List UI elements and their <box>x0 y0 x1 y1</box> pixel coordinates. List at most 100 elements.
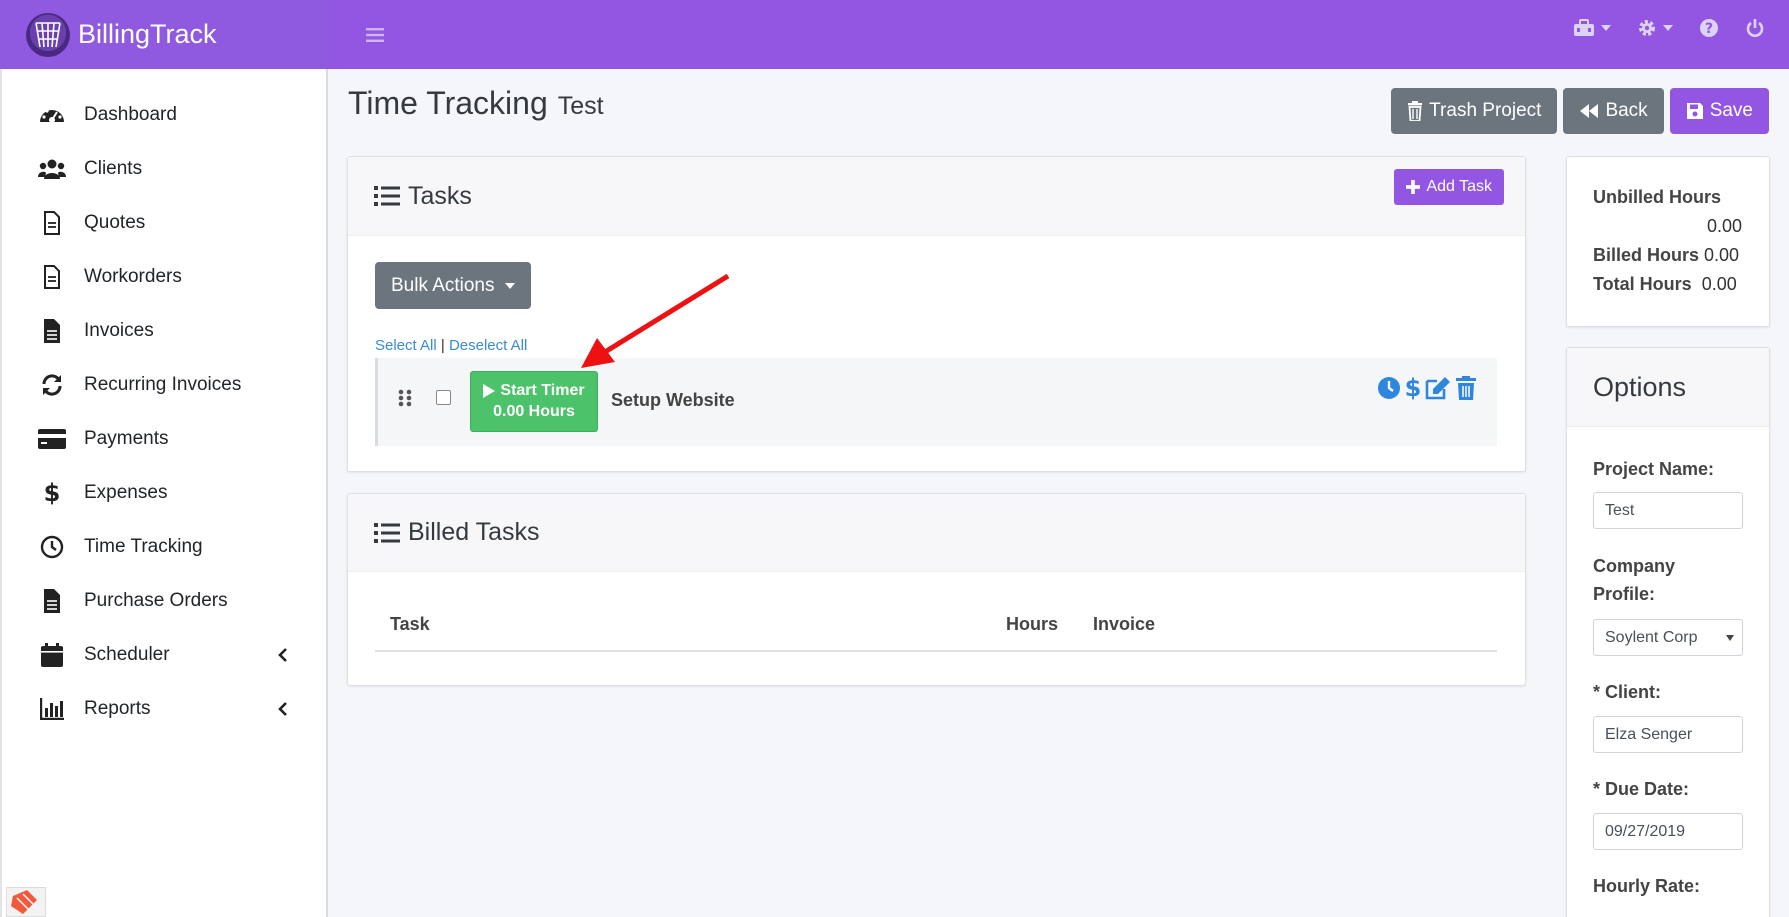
sidebar-item-label: Purchase Orders <box>84 590 228 611</box>
project-name-label: Project Name: <box>1593 459 1715 479</box>
backward-icon <box>1580 104 1599 118</box>
dashboard-icon <box>38 101 66 129</box>
trash-project-button[interactable]: Trash Project <box>1391 88 1558 134</box>
chevron-down-icon <box>1601 25 1611 31</box>
sidebar-item-label: Expenses <box>84 482 168 503</box>
clock-icon <box>38 533 66 561</box>
svg-text:$: $ <box>1405 375 1421 401</box>
svg-text:?: ? <box>1705 21 1713 37</box>
sidebar-item-label: Recurring Invoices <box>84 374 242 395</box>
start-timer-button[interactable]: Start Timer 0.00 Hours <box>470 371 598 432</box>
gear-icon <box>1639 20 1655 36</box>
company-profile-select[interactable]: Soylent Corp <box>1593 619 1743 656</box>
billed-table-header: Task Hours Invoice <box>375 614 1497 652</box>
sidebar-item-label: Clients <box>84 158 143 179</box>
add-task-button[interactable]: Add Task <box>1394 169 1504 205</box>
total-hours-label: Total Hours <box>1593 274 1692 294</box>
debugbar-icon[interactable] <box>6 887 46 917</box>
sidebar-item-label: Invoices <box>84 320 154 341</box>
sidebar-item-invoices[interactable]: Invoices <box>2 304 326 358</box>
brand[interactable]: BillingTrack <box>0 0 328 69</box>
trash-icon <box>1408 101 1423 121</box>
options-card: Options Project Name: Test Company Profil… <box>1566 347 1770 917</box>
hourly-rate-label: Hourly Rate: <box>1593 876 1701 896</box>
file-icon <box>38 209 66 237</box>
sidebar: Dashboard Clients Quotes Workorders Invo… <box>0 69 328 917</box>
svg-text:$: $ <box>44 480 60 506</box>
sidebar-item-reports[interactable]: Reports <box>2 682 326 736</box>
sidebar-item-payments[interactable]: Payments <box>2 412 326 466</box>
plus-icon <box>1406 180 1421 194</box>
deselect-all-link[interactable]: Deselect All <box>449 337 527 354</box>
task-checkbox[interactable] <box>436 390 451 405</box>
bulk-actions-label: Bulk Actions <box>391 274 495 296</box>
sidebar-item-label: Time Tracking <box>84 536 203 557</box>
bulk-actions-dropdown[interactable]: Bulk Actions <box>375 262 531 309</box>
sidebar-item-recurring-invoices[interactable]: Recurring Invoices <box>2 358 326 412</box>
tasks-card: Tasks Add Task Bulk Actions Select All |… <box>347 156 1526 472</box>
options-title: Options <box>1593 371 1687 402</box>
brand-logo-icon <box>26 12 70 57</box>
task-name: Setup Website <box>611 390 735 410</box>
clock-icon[interactable] <box>1377 376 1401 400</box>
calendar-icon <box>38 641 66 669</box>
settings-dropdown[interactable] <box>1637 18 1673 38</box>
add-task-label: Add Task <box>1426 178 1492 195</box>
unbilled-hours-label: Unbilled Hours <box>1593 187 1722 207</box>
project-name-input[interactable]: Test <box>1593 492 1743 529</box>
sync-icon <box>38 371 66 399</box>
chevron-down-icon <box>1663 25 1673 31</box>
sidebar-item-time-tracking[interactable]: Time Tracking <box>2 520 326 574</box>
sidebar-item-label: Quotes <box>84 212 146 233</box>
power-icon <box>1746 19 1764 37</box>
chart-icon <box>38 695 66 723</box>
credit-card-icon <box>38 425 66 453</box>
sidebar-item-scheduler[interactable]: Scheduler <box>2 628 326 682</box>
sidebar-item-expenses[interactable]: $ Expenses <box>2 466 326 520</box>
link-separator: | <box>440 337 445 354</box>
sidebar-item-purchase-orders[interactable]: Purchase Orders <box>2 574 326 628</box>
due-date-label: * Due Date: <box>1593 779 1690 799</box>
sidebar-item-label: Workorders <box>84 266 182 287</box>
drag-handle-icon[interactable] <box>398 389 412 412</box>
billed-tasks-title: Billed Tasks <box>408 518 540 546</box>
file-solid-icon <box>38 587 66 615</box>
help-button[interactable]: ? <box>1699 18 1719 38</box>
sidebar-item-label: Scheduler <box>84 644 170 665</box>
back-button[interactable]: Back <box>1563 88 1664 134</box>
chevron-left-icon[interactable] <box>278 701 288 723</box>
chevron-left-icon[interactable] <box>278 647 288 669</box>
sidebar-item-dashboard[interactable]: Dashboard <box>2 88 326 142</box>
select-all-link[interactable]: Select All <box>375 337 437 354</box>
billed-tasks-header: Billed Tasks <box>348 494 1525 572</box>
list-icon <box>374 522 400 543</box>
file-icon <box>38 263 66 291</box>
save-label: Save <box>1709 100 1753 121</box>
select-links: Select All | Deselect All <box>375 337 527 354</box>
sidebar-item-label: Dashboard <box>84 104 177 125</box>
due-date-input[interactable]: 09/27/2019 <box>1593 813 1743 850</box>
hamburger-menu-icon[interactable] <box>356 16 394 54</box>
edit-icon[interactable] <box>1425 376 1451 400</box>
toolbox-icon <box>1574 19 1594 36</box>
sidebar-item-clients[interactable]: Clients <box>2 142 326 196</box>
unbilled-hours-value: 0.00 <box>1707 216 1743 236</box>
toolbox-dropdown[interactable] <box>1573 19 1611 37</box>
trash-project-label: Trash Project <box>1429 100 1542 121</box>
total-hours-value: 0.00 <box>1701 274 1737 294</box>
page-header: Time Tracking Test <box>348 85 604 122</box>
sidebar-item-quotes[interactable]: Quotes <box>2 196 326 250</box>
client-label: * Client: <box>1593 682 1662 702</box>
file-solid-icon <box>38 317 66 345</box>
task-row: Start Timer 0.00 Hours Setup Website $ <box>375 358 1497 446</box>
trash-icon[interactable] <box>1455 376 1477 400</box>
client-input[interactable]: Elza Senger <box>1593 716 1743 753</box>
sidebar-item-workorders[interactable]: Workorders <box>2 250 326 304</box>
dollar-icon[interactable]: $ <box>1405 375 1421 401</box>
logout-button[interactable] <box>1745 18 1765 38</box>
column-header-hours: Hours <box>1006 614 1059 634</box>
sidebar-item-label: Payments <box>84 428 169 449</box>
save-icon <box>1686 103 1703 119</box>
tasks-title: Tasks <box>408 181 472 210</box>
save-button[interactable]: Save <box>1669 88 1769 134</box>
